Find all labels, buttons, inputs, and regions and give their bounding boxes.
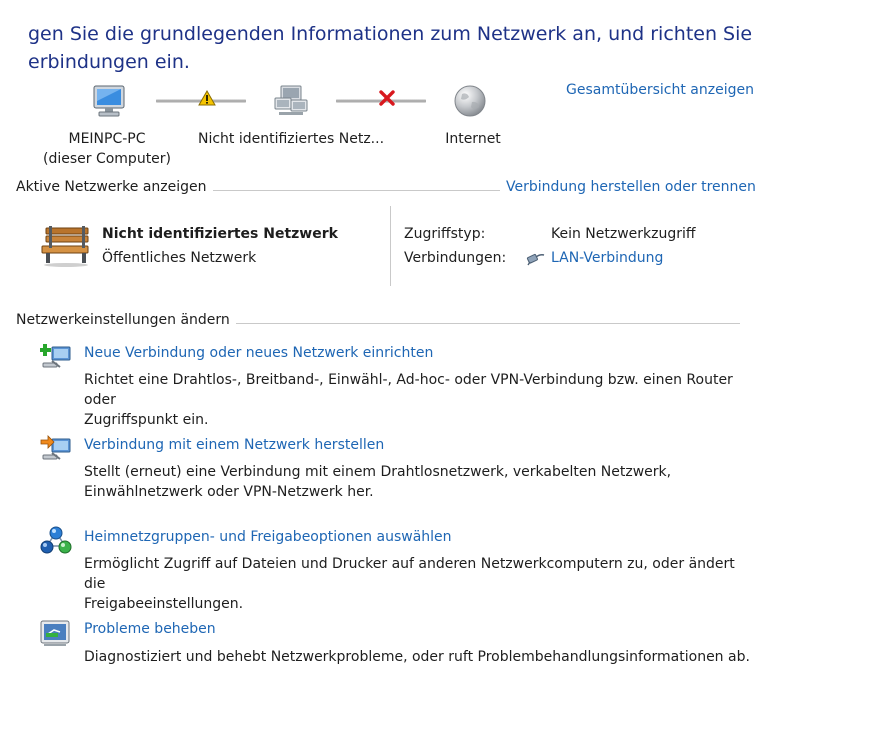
access-type-label: Zugriffstyp: [404,226,486,242]
task-desc-line: Freigabeeinstellungen. [84,596,244,612]
page-heading-line1: gen Sie die grundlegenden Informationen … [28,23,753,45]
active-network-divider [390,206,391,286]
new-connection-icon [40,341,72,373]
internet-label: Internet [445,131,501,147]
page-heading-line2: erbindungen ein. [28,51,190,73]
task-homegroup-desc: Ermöglicht Zugriff auf Dateien und Druck… [84,554,754,614]
task-homegroup-link[interactable]: Heimnetzgruppen- und Freigabeoptionen au… [84,529,452,545]
troubleshoot-icon [40,618,72,648]
task-desc-line: Einwählnetzwerk oder VPN-Netzwerk her. [84,484,374,500]
task-connect-network-desc: Stellt (erneut) eine Verbindung mit eine… [84,462,754,502]
active-network-name: Nicht identifiziertes Netzwerk [102,226,338,242]
task-desc-line: Diagnostiziert und behebt Netzwerkproble… [84,649,750,665]
settings-title: Netzwerkeinstellungen ändern [16,312,236,328]
lan-connection-icon [526,250,546,266]
access-type-value: Kein Netzwerkzugriff [551,226,696,242]
globe-icon[interactable] [453,84,487,118]
settings-rule [222,323,740,324]
connect-network-icon [40,433,72,465]
task-troubleshoot-desc: Diagnostiziert und behebt Netzwerkproble… [84,647,754,667]
task-desc-line: Richtet eine Drahtlos-, Breitband-, Einw… [84,372,733,408]
active-networks-title: Aktive Netzwerke anzeigen [16,179,213,195]
active-networks-rule [200,190,500,191]
computer-name: MEINPC-PC [68,131,146,147]
connections-label: Verbindungen: [404,250,507,266]
park-bench-icon [40,222,92,268]
task-connect-network-link[interactable]: Verbindung mit einem Netzwerk herstellen [84,437,384,453]
red-x-icon [378,90,396,106]
task-troubleshoot-link[interactable]: Probleme beheben [84,621,216,637]
connect-disconnect-link[interactable]: Verbindung herstellen oder trennen [506,179,756,195]
active-network-type[interactable]: Öffentliches Netzwerk [102,250,256,266]
task-desc-line: Zugriffspunkt ein. [84,412,209,428]
computer-icon[interactable] [92,84,128,118]
homegroup-icon [40,526,72,558]
task-desc-line: Stellt (erneut) eine Verbindung mit eine… [84,464,672,480]
task-new-connection-link[interactable]: Neue Verbindung oder neues Netzwerk einr… [84,345,433,361]
task-desc-line: Ermöglicht Zugriff auf Dateien und Druck… [84,556,735,592]
page-heading: gen Sie die grundlegenden Informationen … [28,20,788,76]
lan-connection-link[interactable]: LAN-Verbindung [551,250,663,266]
computer-label: MEINPC-PC (dieser Computer) [37,129,177,169]
computer-subtitle: (dieser Computer) [42,151,172,167]
full-map-link[interactable]: Gesamtübersicht anzeigen [566,82,754,98]
network-icon[interactable] [273,84,309,118]
warning-icon [198,90,216,106]
network-label: Nicht identifiziertes Netz... [197,131,385,147]
task-new-connection-desc: Richtet eine Drahtlos-, Breitband-, Einw… [84,370,754,430]
